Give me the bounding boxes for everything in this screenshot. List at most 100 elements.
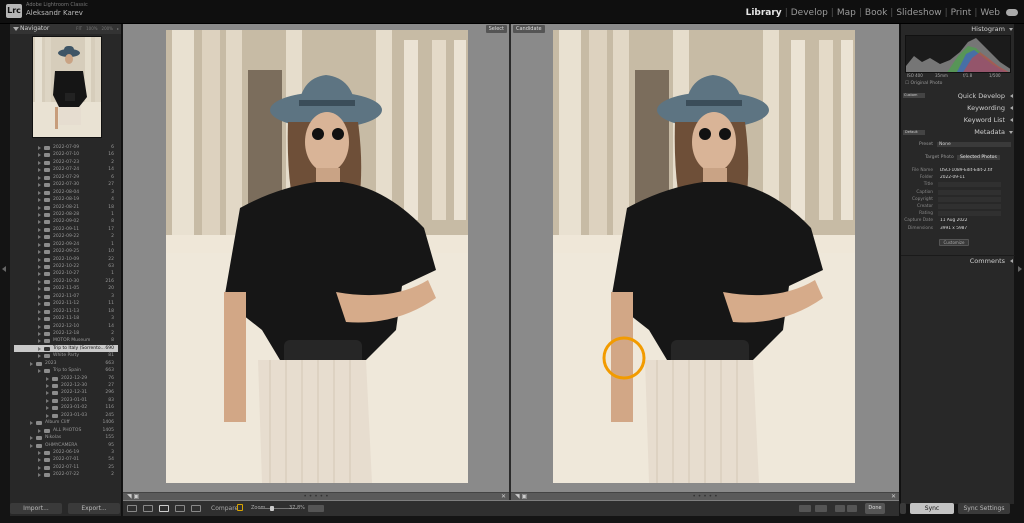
select-pane[interactable]: Select ◥ ▣ • • • • • ✕ <box>123 24 509 500</box>
compare-view-icon[interactable] <box>159 505 169 512</box>
metadata-value[interactable]: 11 Aug 2022 <box>938 218 1001 223</box>
navigator-zoom-option[interactable]: ▸ <box>117 26 119 31</box>
module-book[interactable]: Book <box>865 8 887 18</box>
expand-triangle-icon[interactable] <box>38 183 41 188</box>
folder-row[interactable]: 2023-01-01 83 <box>14 397 118 404</box>
folder-row[interactable]: 2022-10-30 216 <box>14 278 118 285</box>
folder-row[interactable]: 2022-08-19 4 <box>14 196 118 203</box>
customize-button[interactable]: Customize <box>939 239 969 246</box>
expand-triangle-icon[interactable] <box>38 205 41 210</box>
lock-icon[interactable] <box>237 504 243 511</box>
cloud-sync-icon[interactable] <box>1006 9 1018 16</box>
expand-triangle-icon[interactable] <box>38 354 41 359</box>
pane-grip-icon[interactable]: ◥ ▣ <box>515 493 527 500</box>
done-button[interactable]: Done <box>865 503 885 514</box>
folder-row[interactable]: 2023 663 <box>14 360 118 367</box>
metadata-value[interactable] <box>938 204 1001 209</box>
expand-triangle-icon[interactable] <box>38 450 41 455</box>
folder-row[interactable]: 2023-01-02 116 <box>14 404 118 411</box>
metadata-header[interactable]: Metadata <box>901 127 1015 137</box>
histogram-header[interactable]: Histogram <box>901 24 1015 34</box>
original-photo-toggle[interactable]: ☐ Original Photo <box>905 81 942 86</box>
expand-triangle-icon[interactable] <box>38 212 41 217</box>
module-map[interactable]: Map <box>837 8 856 18</box>
folder-row[interactable]: 2022-07-30 27 <box>14 181 118 188</box>
metadata-value[interactable] <box>938 211 1001 217</box>
select-photo[interactable] <box>166 30 468 483</box>
preset-select[interactable]: None <box>937 142 1011 147</box>
expand-triangle-icon[interactable] <box>38 302 41 307</box>
survey-view-icon[interactable] <box>175 505 185 512</box>
folder-row[interactable]: 2022-11-05 20 <box>14 285 118 292</box>
expand-triangle-icon[interactable] <box>38 331 41 336</box>
next-button[interactable] <box>847 505 857 512</box>
export-button[interactable]: Export... <box>68 503 120 514</box>
make-select-button[interactable] <box>815 505 827 512</box>
navigator-zoom-option[interactable]: FIT <box>76 26 82 31</box>
folder-row[interactable]: 2022-07-23 2 <box>14 159 118 166</box>
folder-row[interactable]: 2022-12-31 296 <box>14 389 118 396</box>
previous-button[interactable] <box>835 505 845 512</box>
module-develop[interactable]: Develop <box>791 8 828 18</box>
metadata-value[interactable]: 3991 x 5987 <box>938 226 1001 231</box>
expand-triangle-icon[interactable] <box>38 294 41 299</box>
expand-triangle-icon[interactable] <box>38 458 41 463</box>
expand-triangle-icon[interactable] <box>38 324 41 329</box>
expand-triangle-icon[interactable] <box>38 146 41 150</box>
folder-row[interactable]: 2022-09-11 17 <box>14 226 118 233</box>
folder-row[interactable]: 2022-07-22 2 <box>14 471 118 478</box>
folder-row[interactable]: 2022-09-24 1 <box>14 241 118 248</box>
expand-triangle-icon[interactable] <box>30 443 33 448</box>
folder-row[interactable]: Trip to Spain 663 <box>14 367 118 374</box>
folder-row[interactable]: 2022-08-28 1 <box>14 211 118 218</box>
grid-view-icon[interactable] <box>127 505 137 512</box>
folder-row[interactable]: Nikolas 155 <box>14 434 118 441</box>
folder-row[interactable]: 2022-07-01 54 <box>14 456 118 463</box>
folder-row[interactable]: 2022-07-29 6 <box>14 174 118 181</box>
keyword-list-header[interactable]: Keyword List <box>901 115 1015 125</box>
close-candidate-icon[interactable]: ✕ <box>891 493 896 500</box>
folder-row[interactable]: OHMYCAMERA 95 <box>14 442 118 449</box>
folder-row[interactable]: 2022-11-18 3 <box>14 315 118 322</box>
expand-triangle-icon[interactable] <box>38 339 41 344</box>
right-panel-toggle-icon[interactable] <box>1018 266 1022 272</box>
metadata-value[interactable] <box>938 196 1001 202</box>
expand-triangle-icon[interactable] <box>38 428 41 433</box>
folder-row[interactable]: 2022-07-09 6 <box>14 144 118 151</box>
rating-dots[interactable]: • • • • • <box>692 493 717 500</box>
candidate-pane[interactable]: Candidate ◥ ▣ • • • • • ✕ <box>511 24 899 500</box>
expand-triangle-icon[interactable] <box>38 473 41 478</box>
navigator-zoom-option[interactable]: 200% <box>102 26 113 31</box>
expand-triangle-icon[interactable] <box>30 421 33 426</box>
folder-row[interactable]: Trip to Italy (Sorrento... 690 <box>14 344 118 353</box>
rating-dots[interactable]: • • • • • <box>303 493 328 500</box>
folder-row[interactable]: 2022-09-22 2 <box>14 233 118 240</box>
auto-sync-toggle[interactable] <box>900 503 906 514</box>
expand-triangle-icon[interactable] <box>46 391 49 396</box>
import-button[interactable]: Import... <box>10 503 62 514</box>
folder-row[interactable]: 2022-11-07 3 <box>14 293 118 300</box>
keywording-header[interactable]: Keywording <box>901 103 1015 113</box>
expand-triangle-icon[interactable] <box>38 160 41 165</box>
folder-row[interactable]: 2022-12-30 27 <box>14 382 118 389</box>
expand-triangle-icon[interactable] <box>38 309 41 314</box>
expand-triangle-icon[interactable] <box>38 257 41 262</box>
folder-row[interactable]: 2022-06-19 3 <box>14 449 118 456</box>
folder-row[interactable]: 2022-11-12 11 <box>14 300 118 307</box>
folder-row[interactable]: 2022-08-04 3 <box>14 189 118 196</box>
metadata-value[interactable] <box>938 182 1001 188</box>
navigator-header[interactable]: Navigator FIT 100% 200% ▸ <box>10 24 121 34</box>
left-panel-toggle-icon[interactable] <box>2 266 6 272</box>
expand-triangle-icon[interactable] <box>38 279 41 284</box>
candidate-photo[interactable] <box>553 30 855 483</box>
expand-triangle-icon[interactable] <box>38 190 41 195</box>
expand-triangle-icon[interactable] <box>38 287 41 292</box>
tab-selected-photos[interactable]: Selected Photos <box>957 155 1000 160</box>
expand-triangle-icon[interactable] <box>30 361 33 366</box>
zoom-preset-button[interactable] <box>308 505 324 512</box>
module-library[interactable]: Library <box>746 8 782 18</box>
folder-row[interactable]: 2022-12-10 14 <box>14 323 118 330</box>
pane-grip-icon[interactable]: ◥ ▣ <box>127 493 139 500</box>
folder-row[interactable]: 2022-12-29 76 <box>14 375 118 382</box>
expand-triangle-icon[interactable] <box>46 406 49 411</box>
